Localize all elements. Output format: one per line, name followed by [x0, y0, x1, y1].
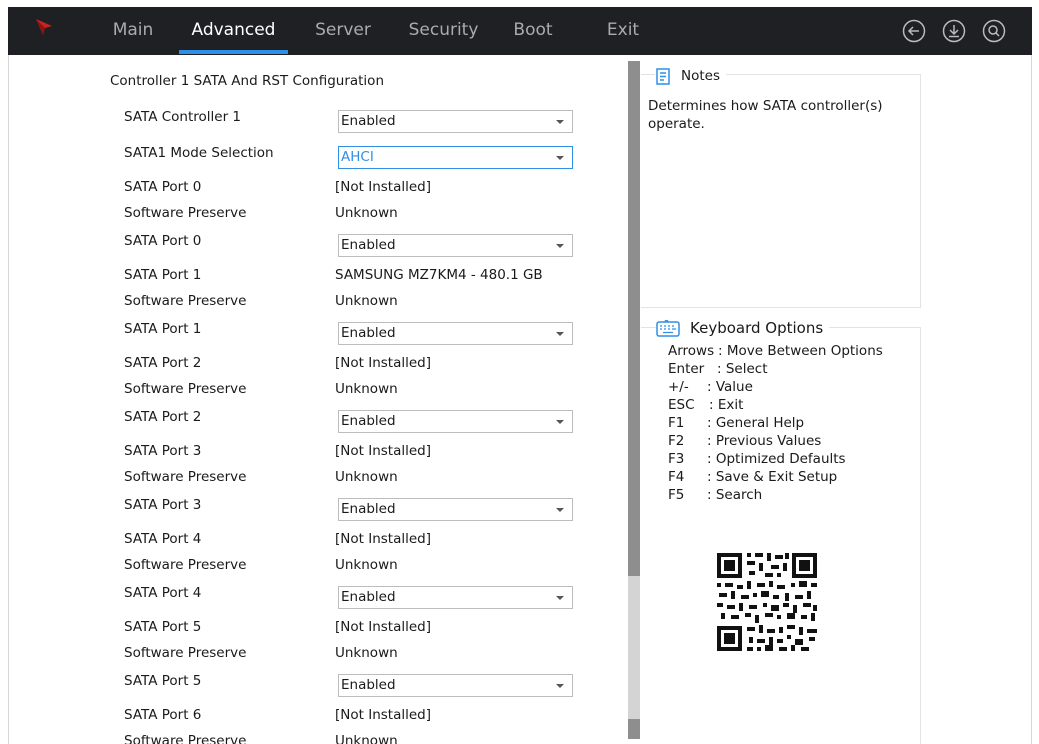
chevron-down-icon — [556, 332, 564, 336]
list-item: +/-: Value — [668, 379, 753, 395]
setting-label: SATA Port 4 — [124, 531, 202, 547]
tab-server[interactable]: Server — [308, 7, 378, 55]
setting-label: Software Preserve — [124, 557, 247, 573]
setting-label: SATA Port 1 — [124, 321, 202, 337]
scrollbar-up[interactable] — [628, 61, 640, 81]
setting-label: SATA Port 4 — [124, 585, 202, 601]
setting-value: [Not Installed] — [335, 707, 431, 723]
notes-title: Notes — [681, 68, 720, 84]
chevron-down-icon — [556, 420, 564, 424]
tab-main[interactable]: Main — [103, 7, 163, 55]
setting-label: SATA Port 0 — [124, 179, 202, 195]
setting-label: SATA1 Mode Selection — [124, 145, 274, 161]
chevron-down-icon — [556, 156, 564, 160]
sata1-mode-select[interactable]: AHCI — [338, 146, 573, 169]
setting-label: SATA Port 3 — [124, 443, 202, 459]
list-item: F2: Previous Values — [668, 433, 822, 449]
setting-value: Unknown — [335, 381, 398, 397]
setting-label: Software Preserve — [124, 733, 247, 744]
setting-value: [Not Installed] — [335, 355, 431, 371]
setting-value: Unknown — [335, 205, 398, 221]
sata-port-3-select[interactable]: Enabled — [338, 498, 573, 521]
setting-value: [Not Installed] — [335, 443, 431, 459]
chevron-down-icon — [556, 508, 564, 512]
notes-icon — [656, 67, 670, 85]
top-nav-bar: Main Advanced Server Security Boot Exit — [8, 7, 1032, 55]
setting-value: Unknown — [335, 469, 398, 485]
setting-label: SATA Controller 1 — [124, 109, 242, 125]
section-title: Controller 1 SATA And RST Configuration — [110, 73, 385, 89]
setting-value: [Not Installed] — [335, 619, 431, 635]
tab-advanced[interactable]: Advanced — [179, 7, 288, 55]
list-item: ESC: Exit — [668, 397, 744, 413]
settings-panel: Controller 1 SATA And RST Configuration … — [109, 55, 627, 744]
keyboard-options-title: Keyboard Options — [690, 319, 824, 337]
sata-port-0-select[interactable]: Enabled — [338, 234, 573, 257]
sata-port-4-select[interactable]: Enabled — [338, 586, 573, 609]
chevron-down-icon — [556, 684, 564, 688]
keyboard-options-header: Keyboard Options — [656, 317, 830, 339]
qr-code — [707, 543, 827, 661]
setting-label: Software Preserve — [124, 293, 247, 309]
setting-label: Software Preserve — [124, 381, 247, 397]
setting-label: SATA Port 3 — [124, 497, 202, 513]
setting-value: Unknown — [335, 645, 398, 661]
list-item: F4: Save & Exit Setup — [668, 469, 838, 485]
list-item: Arrows: Move Between Options — [668, 343, 883, 359]
setting-label: Software Preserve — [124, 205, 247, 221]
setting-label: SATA Port 0 — [124, 233, 202, 249]
search-icon[interactable] — [982, 19, 1006, 43]
chevron-down-icon — [556, 596, 564, 600]
notes-header: Notes — [655, 66, 726, 86]
setting-value: SAMSUNG MZ7KM4 - 480.1 GB — [335, 267, 543, 283]
list-item: F5: Search — [668, 487, 763, 503]
setting-label: SATA Port 5 — [124, 673, 202, 689]
setting-label: SATA Port 2 — [124, 409, 202, 425]
setting-label: SATA Port 1 — [124, 267, 202, 283]
setting-value: Unknown — [335, 557, 398, 573]
sata-port-1-select[interactable]: Enabled — [338, 322, 573, 345]
tab-boot[interactable]: Boot — [505, 7, 561, 55]
setting-label: Software Preserve — [124, 645, 247, 661]
chevron-down-icon — [556, 244, 564, 248]
sata-port-5-select[interactable]: Enabled — [338, 674, 573, 697]
chevron-down-icon — [556, 120, 564, 124]
keyboard-options-list: Arrows: Move Between Options Enter: Sele… — [668, 342, 883, 504]
scrollbar-thumb[interactable] — [628, 81, 640, 576]
keyboard-icon — [656, 319, 680, 337]
setting-value: [Not Installed] — [335, 179, 431, 195]
notes-text: Determines how SATA controller(s) operat… — [648, 98, 883, 132]
back-icon[interactable] — [902, 19, 926, 43]
setting-label: SATA Port 2 — [124, 355, 202, 371]
setting-label: SATA Port 6 — [124, 707, 202, 723]
tab-exit[interactable]: Exit — [600, 7, 646, 55]
sata-controller-1-select[interactable]: Enabled — [338, 110, 573, 133]
logo-icon — [36, 19, 52, 35]
setting-value: Unknown — [335, 293, 398, 309]
setting-value: [Not Installed] — [335, 531, 431, 547]
sata-port-2-select[interactable]: Enabled — [338, 410, 573, 433]
scrollbar-down[interactable] — [628, 719, 640, 739]
list-item: Enter: Select — [668, 361, 768, 377]
setting-label: Software Preserve — [124, 469, 247, 485]
setting-value: Unknown — [335, 733, 398, 744]
list-item: F3: Optimized Defaults — [668, 451, 846, 467]
setting-label: SATA Port 5 — [124, 619, 202, 635]
tab-security[interactable]: Security — [401, 7, 486, 55]
list-item: F1: General Help — [668, 415, 805, 431]
download-icon[interactable] — [942, 19, 966, 43]
